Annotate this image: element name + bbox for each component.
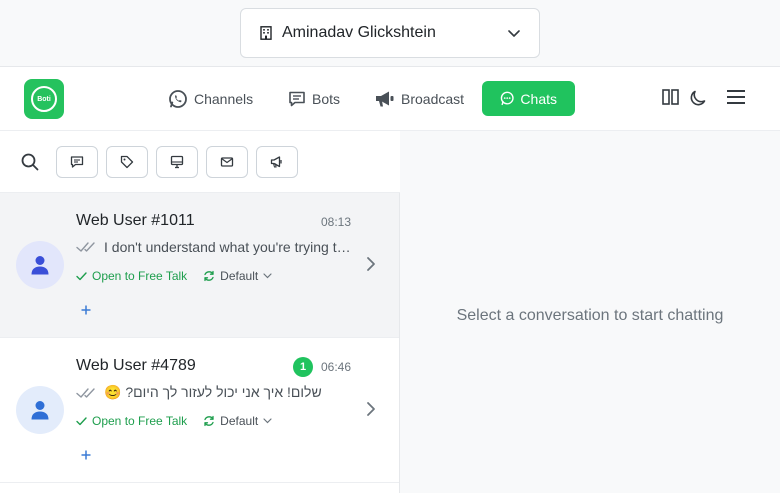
check-icon <box>76 416 87 425</box>
queue-dropdown[interactable]: Default <box>203 414 272 428</box>
conversation-tags: Open to Free Talk Default <box>76 414 272 428</box>
chevron-down-icon <box>263 273 272 279</box>
user-icon <box>31 256 49 275</box>
megaphone-icon <box>270 156 282 168</box>
nav-channels[interactable]: Channels <box>156 81 265 116</box>
conversation-preview: I don't understand what you're trying t… <box>76 239 352 255</box>
avatar <box>16 241 64 289</box>
chat-panel: Select a conversation to start chatting <box>400 131 780 493</box>
monitor-icon <box>170 155 184 169</box>
building-icon <box>259 26 273 40</box>
message-icon <box>70 156 84 168</box>
conversation-name: Web User #1011 <box>76 212 195 229</box>
free-talk-status[interactable]: Open to Free Talk <box>76 269 187 283</box>
logo-bubble: Boti <box>31 86 57 112</box>
user-icon <box>31 401 49 420</box>
hamburger-menu-icon[interactable] <box>726 89 746 105</box>
conversation-name: Web User #4789 <box>76 357 196 374</box>
chat-dots-icon <box>500 91 514 106</box>
double-check-icon <box>76 242 95 252</box>
filter-tags-button[interactable] <box>106 146 148 178</box>
refresh-icon <box>204 270 214 282</box>
conversation-item[interactable]: Web User #1011 08:13 I don't understand … <box>0 193 399 338</box>
top-bar: Aminadav Glickshtein <box>0 0 780 67</box>
nav-bots-label: Bots <box>312 90 341 107</box>
conversation-preview-text: שלום! איך אני יכול לעזור לך היום? 😊 <box>104 384 322 400</box>
chat-bot-icon <box>289 91 305 106</box>
conversation-list-panel: Web User #1011 08:13 I don't understand … <box>0 131 400 493</box>
columns-icon[interactable] <box>662 89 679 105</box>
queue-dropdown[interactable]: Default <box>203 269 272 283</box>
megaphone-icon <box>376 91 394 106</box>
unread-badge: 1 <box>293 357 313 377</box>
chevron-down-icon <box>507 26 521 40</box>
filter-bar <box>0 131 400 193</box>
check-icon <box>76 271 87 280</box>
chevron-right-icon[interactable] <box>366 256 376 277</box>
nav-broadcast-label: Broadcast <box>401 90 465 107</box>
queue-label: Default <box>220 414 259 428</box>
nav-chats[interactable]: Chats <box>482 81 575 116</box>
conversation-tags: Open to Free Talk Default <box>76 269 272 283</box>
moon-icon[interactable] <box>689 89 707 107</box>
conversation-time: 06:46 <box>320 360 351 374</box>
free-talk-status[interactable]: Open to Free Talk <box>76 414 187 428</box>
free-talk-label: Open to Free Talk <box>92 414 188 428</box>
queue-label: Default <box>220 269 259 283</box>
add-tag-icon[interactable] <box>80 448 92 460</box>
logo-text: Boti <box>37 95 51 103</box>
avatar <box>16 386 64 434</box>
chevron-right-icon[interactable] <box>366 401 376 422</box>
organization-select[interactable]: Aminadav Glickshtein <box>240 8 540 58</box>
organization-name: Aminadav Glickshtein <box>282 24 436 41</box>
envelope-icon <box>220 157 234 167</box>
main-navbar: Boti Channels Bots Broadcast Chats <box>0 67 780 131</box>
add-tag-icon[interactable] <box>80 303 92 315</box>
tag-icon <box>120 155 134 169</box>
whatsapp-icon <box>169 89 187 108</box>
app-logo[interactable]: Boti <box>24 79 64 119</box>
nav-chats-label: Chats <box>520 90 557 107</box>
nav-channels-label: Channels <box>194 90 254 107</box>
filter-web-button[interactable] <box>156 146 198 178</box>
conversation-item[interactable]: Web User #4789 1 06:46 שלום! איך אני יכו… <box>0 338 399 483</box>
search-icon[interactable] <box>21 153 39 176</box>
empty-state-text: Select a conversation to start chatting <box>456 307 724 324</box>
conversation-time: 08:13 <box>320 215 351 229</box>
nav-broadcast[interactable]: Broadcast <box>363 81 476 116</box>
nav-bots[interactable]: Bots <box>276 81 352 116</box>
conversation-preview-text: I don't understand what you're trying t… <box>104 239 351 255</box>
free-talk-label: Open to Free Talk <box>92 269 188 283</box>
conversation-preview: שלום! איך אני יכול לעזור לך היום? 😊 <box>76 384 352 401</box>
filter-email-button[interactable] <box>206 146 248 178</box>
filter-broadcast-button[interactable] <box>256 146 298 178</box>
double-check-icon <box>76 387 95 398</box>
filter-messages-button[interactable] <box>56 146 98 178</box>
refresh-icon <box>204 415 214 427</box>
chevron-down-icon <box>263 418 272 424</box>
